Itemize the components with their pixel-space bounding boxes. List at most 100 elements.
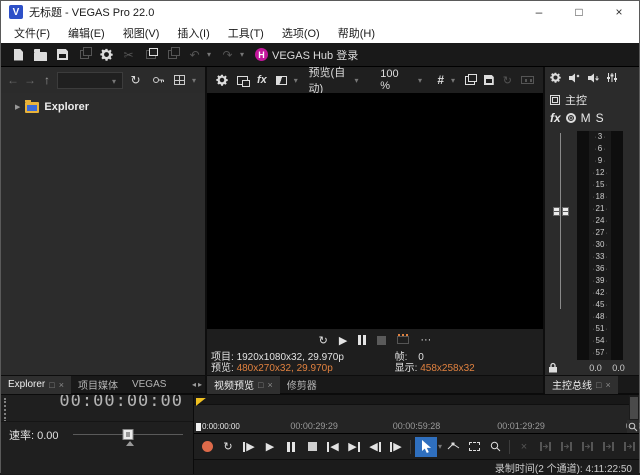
minimize-button[interactable]: – — [519, 1, 559, 23]
lock-icon[interactable] — [548, 362, 558, 373]
separator — [410, 440, 411, 454]
float-window-icon[interactable]: □ — [258, 380, 263, 390]
downmix-output-button[interactable] — [587, 70, 599, 88]
play-button[interactable]: ▶ — [339, 334, 347, 347]
video-output-fx-button[interactable]: fx — [255, 71, 269, 90]
rate-slider-handle[interactable] — [122, 429, 133, 440]
tab-vegas-hub[interactable]: VEGAS — [125, 376, 171, 394]
refresh-button[interactable]: ↻ — [126, 71, 145, 90]
mixing-console-button[interactable] — [606, 70, 618, 88]
bus-icon[interactable] — [550, 95, 560, 105]
overlays-button[interactable]: # — [435, 71, 446, 90]
next-frame-button[interactable]: ▶ — [386, 437, 406, 457]
volume-fader[interactable] — [553, 131, 569, 360]
up-button[interactable]: ↑ — [40, 73, 54, 87]
split-screen-dropdown[interactable]: ▾ — [294, 76, 301, 85]
menu-item[interactable]: 视图(V) — [114, 25, 169, 41]
play-button[interactable]: ▶ — [260, 437, 280, 457]
insert-bus-button[interactable] — [568, 70, 580, 88]
float-window-icon[interactable]: □ — [596, 380, 601, 390]
marker-bar[interactable] — [194, 395, 639, 405]
tab-scroll-right-icon[interactable]: ▸ — [198, 380, 202, 389]
vegas-hub-button[interactable]: H VEGAS Hub 登录 — [255, 45, 358, 64]
bus-fx-button[interactable]: fx — [550, 111, 561, 125]
envelope-tool-button[interactable] — [443, 437, 463, 457]
split-screen-button[interactable] — [274, 71, 289, 90]
go-to-end-button[interactable]: ▶ — [344, 437, 364, 457]
back-button[interactable]: ← — [6, 73, 20, 87]
copy-snapshot-button[interactable] — [463, 71, 477, 90]
tab-trimmer[interactable]: 修剪器 — [280, 376, 324, 394]
stop-button[interactable] — [302, 437, 322, 457]
close-button[interactable]: × — [599, 1, 639, 23]
trim-option-button-5 — [619, 437, 639, 457]
menu-item[interactable]: 文件(F) — [5, 25, 59, 41]
project-video-properties-button[interactable] — [214, 71, 230, 90]
db-scale-label: 21 — [589, 205, 611, 213]
open-project-button[interactable] — [31, 45, 50, 64]
previous-frame-button[interactable]: ◀ — [365, 437, 385, 457]
zoom-corner-button[interactable] — [627, 420, 639, 433]
forward-button[interactable]: → — [23, 73, 37, 87]
disabled-tape-button — [519, 71, 536, 90]
fader-handle[interactable] — [553, 207, 569, 216]
zoom-tool-button[interactable] — [485, 437, 505, 457]
automation-icon[interactable] — [566, 113, 576, 123]
pause-button[interactable] — [281, 437, 301, 457]
menu-item[interactable]: 选项(O) — [273, 25, 329, 41]
play-from-start-button[interactable]: ▶ — [239, 437, 259, 457]
go-to-start-button[interactable]: ◀ — [323, 437, 343, 457]
save-snapshot-button[interactable] — [482, 71, 496, 90]
tab-project-media[interactable]: 项目媒体 — [71, 376, 125, 394]
preferences-button[interactable] — [97, 45, 116, 64]
edit-cursor — [196, 423, 201, 431]
rate-slider[interactable] — [73, 426, 183, 444]
normal-edit-tool-button[interactable] — [415, 437, 437, 457]
overlays-dropdown[interactable]: ▾ — [451, 76, 458, 85]
tab-master-bus[interactable]: 主控总线 □ × — [545, 376, 618, 394]
tree-item-explorer[interactable]: ▶ Explorer — [15, 101, 205, 113]
close-icon[interactable]: × — [59, 380, 64, 390]
mute-button[interactable]: M — [581, 111, 591, 125]
save-icon — [57, 49, 68, 60]
tab-video-preview[interactable]: 视频预览 □ × — [207, 376, 280, 394]
expand-arrow-icon[interactable]: ▶ — [15, 103, 20, 111]
timeline-ruler[interactable]: 0:00:00:00 00:00:29:29 00:00:59:28 00:01… — [194, 405, 639, 435]
open-folder-icon — [34, 52, 47, 61]
edit-tool-dropdown[interactable]: ▾ — [438, 442, 442, 451]
video-display[interactable] — [207, 93, 543, 329]
mixer-settings-button[interactable] — [550, 70, 561, 88]
tab-explorer[interactable]: Explorer □ × — [1, 376, 71, 394]
loop-playback-button[interactable]: ↻ — [218, 437, 238, 457]
media-search-button[interactable] — [148, 71, 167, 90]
views-dropdown[interactable]: ▾ — [192, 76, 200, 85]
record-button[interactable] — [197, 437, 217, 457]
float-window-icon[interactable]: □ — [49, 380, 54, 390]
menu-item[interactable]: 编辑(E) — [59, 25, 114, 41]
more-options-button[interactable]: ··· — [420, 334, 431, 346]
close-icon[interactable]: × — [605, 380, 610, 390]
db-scale: 36912151821242730333639424548515457 — [589, 131, 611, 360]
new-project-button[interactable] — [9, 45, 28, 64]
pause-button[interactable] — [358, 335, 366, 345]
preview-zoom-dropdown[interactable]: 100 % ▾ — [380, 68, 424, 92]
preview-quality-dropdown[interactable]: 预览(自动) ▾ — [309, 64, 362, 96]
selection-tool-button[interactable] — [464, 437, 484, 457]
views-button[interactable] — [170, 71, 189, 90]
save-project-button[interactable] — [53, 45, 72, 64]
timecode-display[interactable]: 00:00:00:00 — [59, 395, 183, 414]
timeline-vscrollbar[interactable] — [629, 395, 639, 422]
timecode-value: 00:00:00:00 — [59, 395, 183, 412]
close-icon[interactable]: × — [267, 380, 272, 390]
menu-item[interactable]: 工具(T) — [219, 25, 273, 41]
address-combobox[interactable]: ▾ — [57, 72, 123, 89]
tab-scroll-left-icon[interactable]: ◂ — [192, 380, 196, 389]
external-monitor-button[interactable] — [235, 71, 250, 90]
menu-item[interactable]: 插入(I) — [168, 25, 218, 41]
menu-item[interactable]: 帮助(H) — [329, 25, 384, 41]
drag-handle[interactable] — [4, 398, 6, 422]
loop-playback-button[interactable]: ↻ — [319, 334, 328, 347]
window-controls: – □ × — [519, 1, 639, 23]
maximize-button[interactable]: □ — [559, 1, 599, 23]
solo-button[interactable]: S — [596, 111, 604, 125]
